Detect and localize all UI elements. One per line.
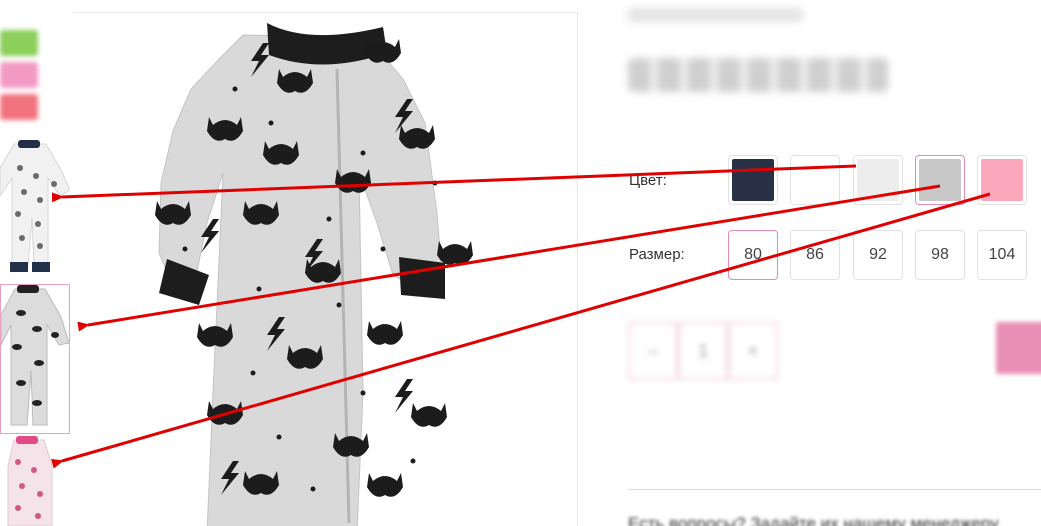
- size-option-104[interactable]: 104: [977, 230, 1027, 280]
- thumbnail-white-onesie[interactable]: [0, 138, 70, 276]
- size-label: Размер:: [629, 246, 685, 263]
- thumbnail-pink-onesie[interactable]: [0, 436, 70, 526]
- divider: [628, 489, 1041, 490]
- color-swatch-white[interactable]: [790, 155, 840, 205]
- main-product-image: [73, 12, 578, 526]
- size-option-98[interactable]: 98: [915, 230, 965, 280]
- quantity-input[interactable]: 1: [678, 322, 728, 380]
- size-option-86[interactable]: 86: [790, 230, 840, 280]
- color-chip-pink[interactable]: [0, 62, 38, 88]
- color-swatch-gray[interactable]: [915, 155, 965, 205]
- question-text-blurred: Есть вопросы? Задайте их нашему менеджер…: [628, 514, 999, 526]
- color-chip-green[interactable]: [0, 30, 38, 56]
- color-chip-red[interactable]: [0, 94, 38, 120]
- quantity-stepper: – 1 +: [628, 322, 778, 380]
- add-to-cart-button[interactable]: [996, 322, 1041, 374]
- thumbnail-gray-onesie[interactable]: [0, 284, 70, 434]
- color-swatch-navy[interactable]: [728, 155, 778, 205]
- onesie-illustration: [155, 23, 473, 526]
- size-option-92[interactable]: 92: [853, 230, 903, 280]
- color-swatch-pink[interactable]: [977, 155, 1027, 205]
- quantity-decrease-button[interactable]: –: [628, 322, 678, 380]
- size-option-80[interactable]: 80: [728, 230, 778, 280]
- color-label: Цвет:: [629, 172, 667, 189]
- quantity-increase-button[interactable]: +: [728, 322, 778, 380]
- thumbnail-strip: [0, 0, 72, 526]
- product-title-blurred: [628, 8, 888, 92]
- color-swatch-light-gray[interactable]: [853, 155, 903, 205]
